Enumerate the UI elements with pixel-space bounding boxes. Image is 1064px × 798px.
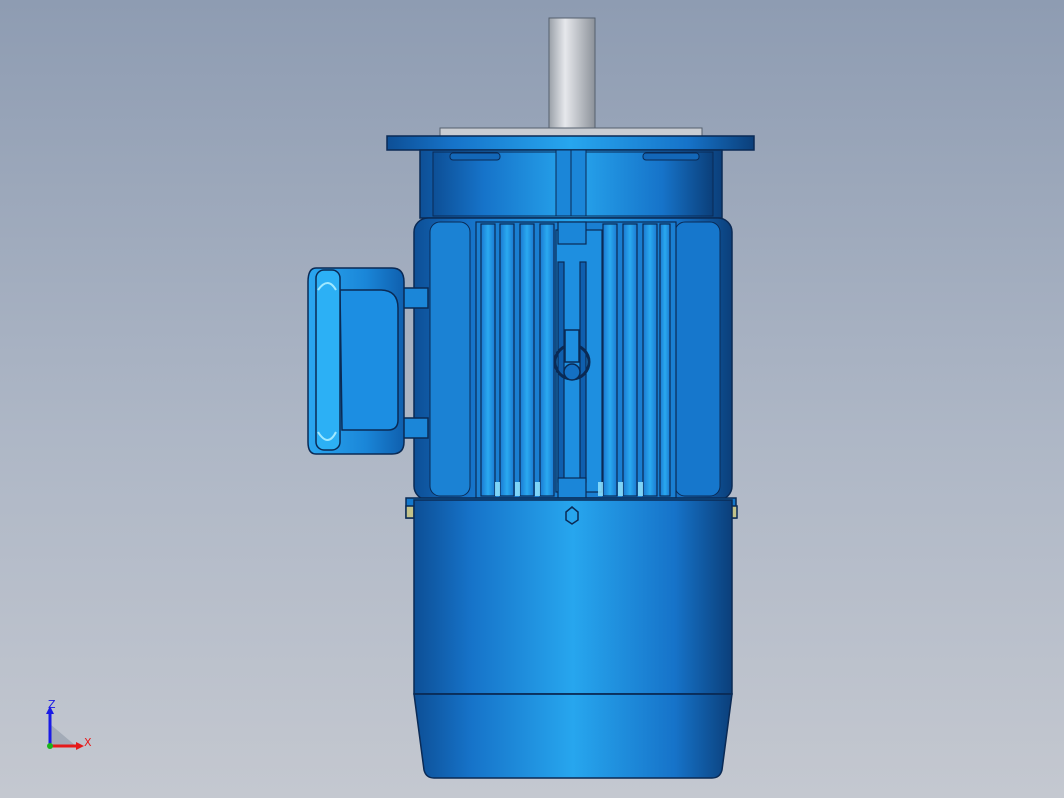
shaft — [548, 17, 596, 133]
cad-viewport[interactable]: Z X — [0, 0, 1064, 798]
flange-plate — [439, 127, 703, 137]
y-axis — [47, 743, 53, 749]
terminal-box — [307, 267, 429, 455]
x-axis-label: X — [84, 736, 92, 749]
flange — [386, 135, 755, 151]
coordinate-triad: Z X — [40, 698, 100, 758]
fan-cover — [405, 497, 738, 779]
triad-axes: Z X — [46, 698, 92, 750]
motor-model[interactable] — [0, 0, 1064, 798]
z-axis-label: Z — [48, 698, 56, 711]
